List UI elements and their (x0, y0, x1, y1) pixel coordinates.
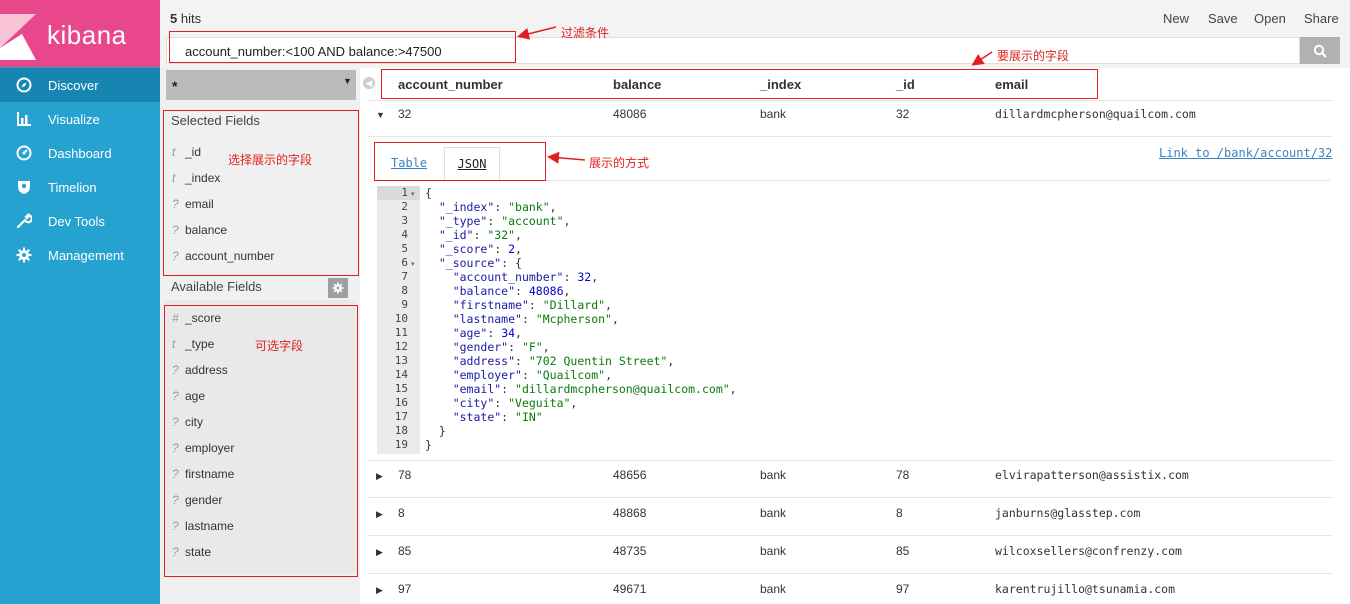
annotation-display-mode: 展示的方式 (589, 156, 650, 170)
annotation-arrow (971, 51, 993, 66)
annotation-fields-to-show: 要展示的字段 (997, 49, 1070, 63)
annotation-optional-fields: 可选字段 (255, 339, 304, 353)
annotation-arrow (547, 151, 586, 164)
annotation-arrows (517, 26, 993, 164)
annotation-arrow (517, 26, 557, 40)
annotation-filter: 过滤条件 (561, 26, 610, 40)
annotation-choose-fields: 选择展示的字段 (228, 153, 313, 167)
